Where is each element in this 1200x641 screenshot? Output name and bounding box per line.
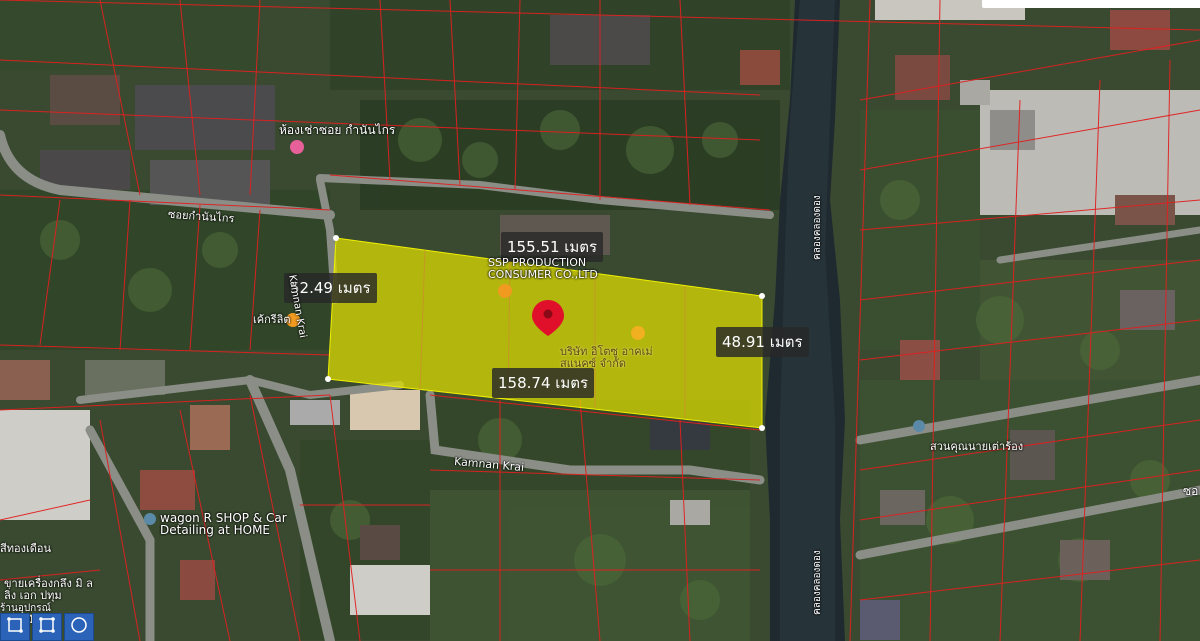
poi-shop-left[interactable]: สีทองเดือน: [0, 543, 51, 555]
polygon-tool-button[interactable]: [32, 613, 62, 641]
canal-label: คลองคลองดอง: [812, 195, 823, 260]
canal-label-2: คลองคลองดอง: [812, 550, 823, 615]
road-right-edge: ซอ: [1183, 484, 1199, 498]
poi-room-rental[interactable]: ห้องเช่าซอย กำนันไกร: [279, 124, 395, 136]
poi-car-shop[interactable]: wagon R SHOP & Car Detailing at HOME: [160, 512, 305, 536]
poi-cafe[interactable]: เค้กรีลิต: [253, 314, 291, 326]
poi-company-thai[interactable]: บริษัท อิโตซู อาคเม่ สแนคซ์ จำกัด: [560, 346, 680, 370]
poi-garden[interactable]: สวนคุณนายเต่าร้อง: [930, 441, 1023, 453]
circle-tool-button[interactable]: [64, 613, 94, 641]
polygon-icon: [38, 616, 56, 638]
search-box[interactable]: [982, 0, 1200, 8]
measure-right: 48.91 เมตร: [716, 327, 809, 357]
satellite-map[interactable]: [0, 0, 1200, 641]
drawing-toolbar: [0, 613, 96, 641]
measure-bottom: 158.74 เมตร: [492, 368, 595, 398]
square-icon: [6, 616, 24, 638]
square-tool-button[interactable]: [0, 613, 30, 641]
poi-shop-bottom[interactable]: ขายเครื่องกลึง มิ ลลิ่ง เอก ปทุม: [4, 578, 94, 602]
poi-company[interactable]: SSP PRODUCTION CONSUMER CO.,LTD: [488, 257, 608, 281]
circle-icon: [70, 616, 88, 638]
